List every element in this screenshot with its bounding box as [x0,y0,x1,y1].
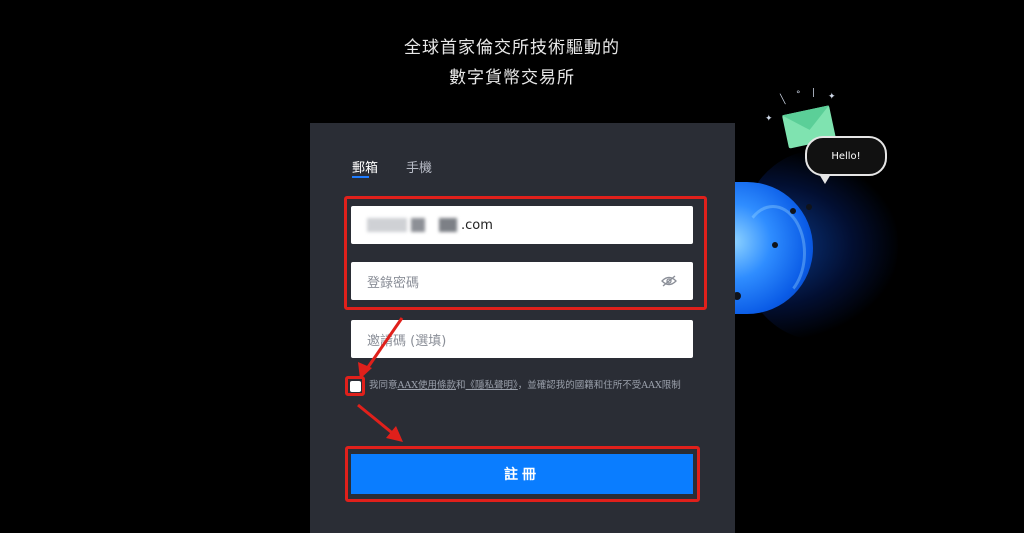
annotation-box-credentials [344,196,707,310]
planet-dot [772,242,778,248]
sparkle-icon: | [812,88,816,98]
headline-line-1: 全球首家倫交所技術驅動的 [404,38,620,58]
annotation-box-register [345,446,700,502]
hello-bubble: Hello! [805,136,887,184]
planet-dot [806,204,812,210]
planet-dot [790,208,796,214]
sparkle-icon: ✦ [765,114,773,124]
terms-link[interactable]: AAX使用條款 [398,380,457,391]
login-method-tabs: 郵箱 手機 [352,157,432,176]
tab-phone[interactable]: 手機 [406,157,432,176]
agreement-text: 我同意AAX使用條款和《隱私聲明》，並確認我的國籍和住所不受AAX限制 [350,379,700,393]
agree-prefix: 我同意 [369,380,398,391]
sparkle-icon: ✦ [828,92,836,102]
sparkle-icon: ° [796,90,801,100]
hello-bubble-text: Hello! [831,150,861,162]
annotation-box-checkbox [345,376,365,396]
tab-email[interactable]: 郵箱 [352,157,378,176]
active-tab-indicator [352,176,369,178]
invite-placeholder: 邀請碼 (選填) [367,333,447,349]
planet-stripe [740,205,806,301]
agree-suffix: ，並確認我的國籍和住所不受AAX限制 [517,380,681,391]
headline-line-2: 數字貨幣交易所 [449,68,575,88]
sparkle-icon: ╲ [780,95,786,105]
agree-and: 和 [456,380,466,391]
invite-code-input[interactable]: 邀請碼 (選填) [351,320,693,358]
privacy-link[interactable]: 《隱私聲明》 [466,380,518,391]
